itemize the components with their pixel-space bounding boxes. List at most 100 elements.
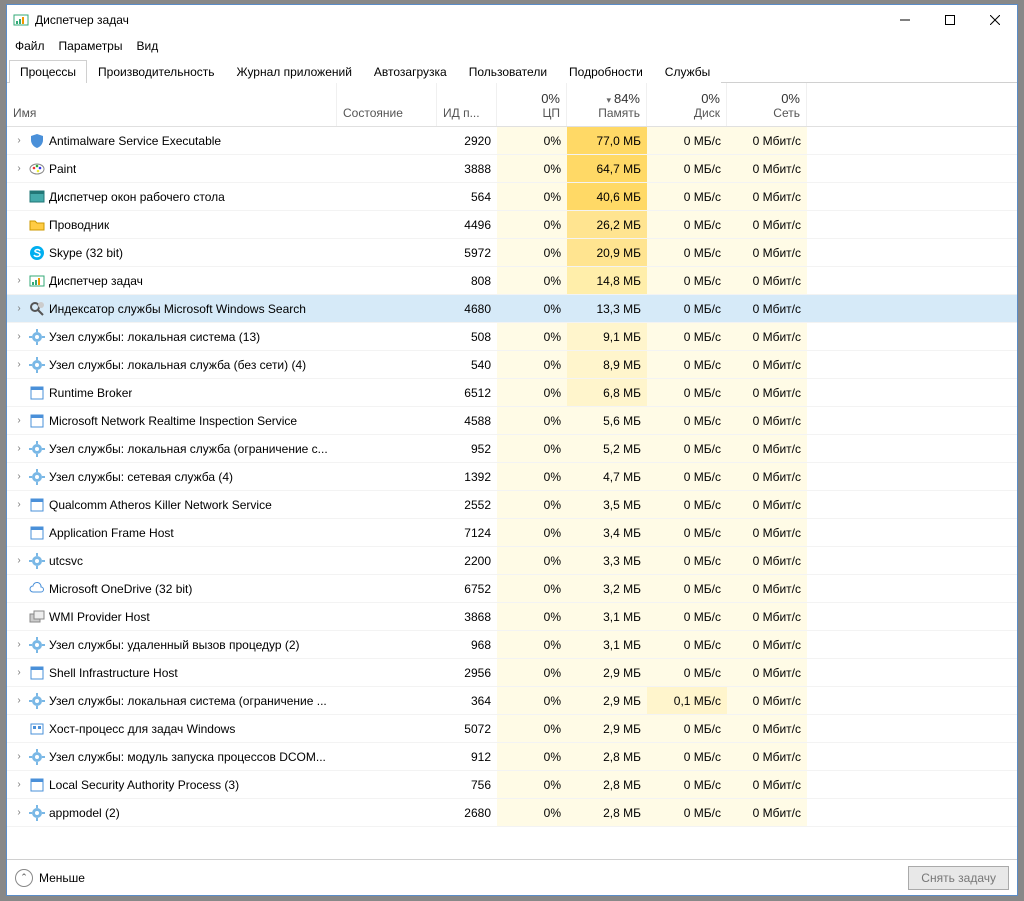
tab-1[interactable]: Производительность xyxy=(87,60,225,83)
table-row[interactable]: ›Узел службы: локальная система (огранич… xyxy=(7,687,1017,715)
table-row[interactable]: Skype (32 bit)59720%20,9 МБ0 МБ/с0 Мбит/… xyxy=(7,239,1017,267)
expand-icon[interactable]: › xyxy=(13,555,25,566)
status-cell xyxy=(337,743,437,770)
memory-cell: 3,5 МБ xyxy=(567,491,647,518)
cpu-cell: 0% xyxy=(497,127,567,154)
disk-cell: 0 МБ/с xyxy=(647,323,727,350)
sort-indicator-icon: ▾ xyxy=(606,95,611,105)
chevron-up-icon: ⌃ xyxy=(15,869,33,887)
table-row[interactable]: Microsoft OneDrive (32 bit)67520%3,2 МБ0… xyxy=(7,575,1017,603)
tab-4[interactable]: Пользователи xyxy=(458,60,558,83)
table-row[interactable]: ›Узел службы: сетевая служба (4)13920%4,… xyxy=(7,463,1017,491)
table-row[interactable]: ›Local Security Authority Process (3)756… xyxy=(7,771,1017,799)
pid-cell: 2200 xyxy=(437,547,497,574)
pid-cell: 4588 xyxy=(437,407,497,434)
process-name-cell: ›Узел службы: модуль запуска процессов D… xyxy=(7,743,337,770)
process-table[interactable]: Имя Состояние ИД п... 0% ЦП ▾84% Память … xyxy=(7,83,1017,859)
table-row[interactable]: ›Индексатор службы Microsoft Windows Sea… xyxy=(7,295,1017,323)
table-row[interactable]: Runtime Broker65120%6,8 МБ0 МБ/с0 Мбит/с xyxy=(7,379,1017,407)
col-pid-header[interactable]: ИД п... xyxy=(437,83,497,126)
menu-options[interactable]: Параметры xyxy=(59,39,123,53)
table-row[interactable]: ›Узел службы: локальная служба (без сети… xyxy=(7,351,1017,379)
pid-cell: 808 xyxy=(437,267,497,294)
cpu-cell: 0% xyxy=(497,267,567,294)
col-cpu-header[interactable]: 0% ЦП xyxy=(497,83,567,126)
expand-icon[interactable]: › xyxy=(13,443,25,454)
status-cell xyxy=(337,183,437,210)
network-cell: 0 Мбит/с xyxy=(727,491,807,518)
table-row[interactable]: ›Узел службы: локальная служба (ограниче… xyxy=(7,435,1017,463)
table-row[interactable]: ›Shell Infrastructure Host29560%2,9 МБ0 … xyxy=(7,659,1017,687)
status-cell xyxy=(337,491,437,518)
menu-view[interactable]: Вид xyxy=(136,39,158,53)
expand-icon[interactable]: › xyxy=(13,135,25,146)
table-row[interactable]: ›Узел службы: удаленный вызов процедур (… xyxy=(7,631,1017,659)
disk-cell: 0 МБ/с xyxy=(647,267,727,294)
cpu-cell: 0% xyxy=(497,351,567,378)
minimize-button[interactable] xyxy=(882,5,927,35)
table-row[interactable]: ›Узел службы: модуль запуска процессов D… xyxy=(7,743,1017,771)
expand-icon[interactable]: › xyxy=(13,163,25,174)
col-disk-header[interactable]: 0% Диск xyxy=(647,83,727,126)
table-row[interactable]: ›utcsvc22000%3,3 МБ0 МБ/с0 Мбит/с xyxy=(7,547,1017,575)
col-name-header[interactable]: Имя xyxy=(7,83,337,126)
table-row[interactable]: ›Microsoft Network Realtime Inspection S… xyxy=(7,407,1017,435)
expand-icon[interactable]: › xyxy=(13,275,25,286)
maximize-button[interactable] xyxy=(927,5,972,35)
fewer-details-button[interactable]: ⌃ Меньше xyxy=(15,869,85,887)
expand-icon[interactable]: › xyxy=(13,779,25,790)
col-memory-header[interactable]: ▾84% Память xyxy=(567,83,647,126)
table-row[interactable]: Диспетчер окон рабочего стола5640%40,6 М… xyxy=(7,183,1017,211)
process-icon xyxy=(29,189,45,205)
network-cell: 0 Мбит/с xyxy=(727,267,807,294)
end-task-button[interactable]: Снять задачу xyxy=(908,866,1009,890)
expand-icon[interactable]: › xyxy=(13,303,25,314)
table-row[interactable]: ›appmodel (2)26800%2,8 МБ0 МБ/с0 Мбит/с xyxy=(7,799,1017,827)
table-row[interactable]: ›Paint38880%64,7 МБ0 МБ/с0 Мбит/с xyxy=(7,155,1017,183)
disk-cell: 0 МБ/с xyxy=(647,463,727,490)
disk-cell: 0 МБ/с xyxy=(647,799,727,826)
tab-3[interactable]: Автозагрузка xyxy=(363,60,458,83)
network-cell: 0 Мбит/с xyxy=(727,659,807,686)
tab-2[interactable]: Журнал приложений xyxy=(226,60,363,83)
table-row[interactable]: ›Antimalware Service Executable29200%77,… xyxy=(7,127,1017,155)
memory-cell: 40,6 МБ xyxy=(567,183,647,210)
close-button[interactable] xyxy=(972,5,1017,35)
tab-6[interactable]: Службы xyxy=(654,60,721,83)
cpu-cell: 0% xyxy=(497,575,567,602)
expand-icon[interactable]: › xyxy=(13,639,25,650)
tab-0[interactable]: Процессы xyxy=(9,60,87,83)
table-body: ›Antimalware Service Executable29200%77,… xyxy=(7,127,1017,827)
table-row[interactable]: WMI Provider Host38680%3,1 МБ0 МБ/с0 Мби… xyxy=(7,603,1017,631)
process-icon xyxy=(29,581,45,597)
table-row[interactable]: Хост-процесс для задач Windows50720%2,9 … xyxy=(7,715,1017,743)
cpu-cell: 0% xyxy=(497,519,567,546)
col-status-header[interactable]: Состояние xyxy=(337,83,437,126)
col-network-header[interactable]: 0% Сеть xyxy=(727,83,807,126)
status-cell xyxy=(337,799,437,826)
titlebar[interactable]: Диспетчер задач xyxy=(7,5,1017,35)
status-cell xyxy=(337,603,437,630)
pid-cell: 4680 xyxy=(437,295,497,322)
expand-icon[interactable]: › xyxy=(13,695,25,706)
expand-icon[interactable]: › xyxy=(13,667,25,678)
process-name: Диспетчер задач xyxy=(49,274,143,288)
expand-icon[interactable]: › xyxy=(13,359,25,370)
pid-cell: 3888 xyxy=(437,155,497,182)
table-row[interactable]: ›Узел службы: локальная система (13)5080… xyxy=(7,323,1017,351)
expand-icon[interactable]: › xyxy=(13,807,25,818)
table-row[interactable]: ›Qualcomm Atheros Killer Network Service… xyxy=(7,491,1017,519)
expand-icon[interactable]: › xyxy=(13,415,25,426)
table-row[interactable]: Application Frame Host71240%3,4 МБ0 МБ/с… xyxy=(7,519,1017,547)
expand-icon[interactable]: › xyxy=(13,499,25,510)
network-cell: 0 Мбит/с xyxy=(727,379,807,406)
tabs: ПроцессыПроизводительностьЖурнал приложе… xyxy=(7,57,1017,83)
menu-file[interactable]: Файл xyxy=(15,39,45,53)
tab-5[interactable]: Подробности xyxy=(558,60,654,83)
expand-icon[interactable]: › xyxy=(13,751,25,762)
table-row[interactable]: ›Диспетчер задач8080%14,8 МБ0 МБ/с0 Мбит… xyxy=(7,267,1017,295)
expand-icon[interactable]: › xyxy=(13,331,25,342)
expand-icon[interactable]: › xyxy=(13,471,25,482)
table-row[interactable]: Проводник44960%26,2 МБ0 МБ/с0 Мбит/с xyxy=(7,211,1017,239)
memory-cell: 2,8 МБ xyxy=(567,771,647,798)
